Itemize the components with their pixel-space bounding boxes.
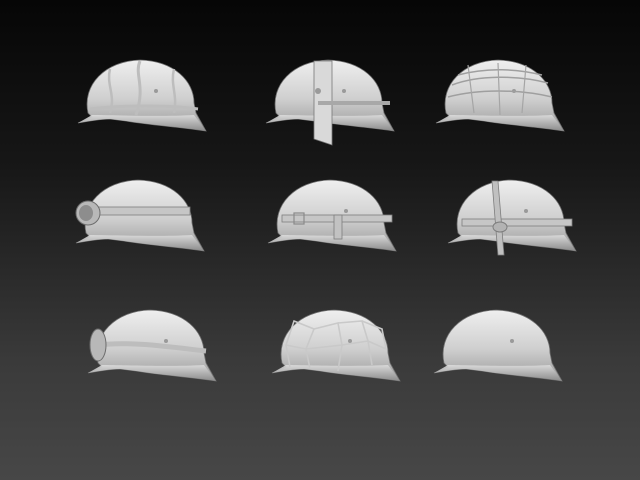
helmet-render-scene	[75, 59, 577, 382]
helmet-strap-buckle	[267, 179, 397, 252]
helmet-goggles-side	[87, 309, 217, 382]
helmet-chinstrap-vertical	[447, 179, 577, 256]
helmet-visor-plate	[265, 59, 395, 146]
helmet-cloth-cover	[435, 59, 565, 132]
helmet-net-cover	[271, 309, 401, 382]
helmet-plain	[433, 309, 563, 382]
helmet-goggles-front	[75, 179, 205, 252]
helmet-wire-wrapped	[77, 59, 207, 132]
